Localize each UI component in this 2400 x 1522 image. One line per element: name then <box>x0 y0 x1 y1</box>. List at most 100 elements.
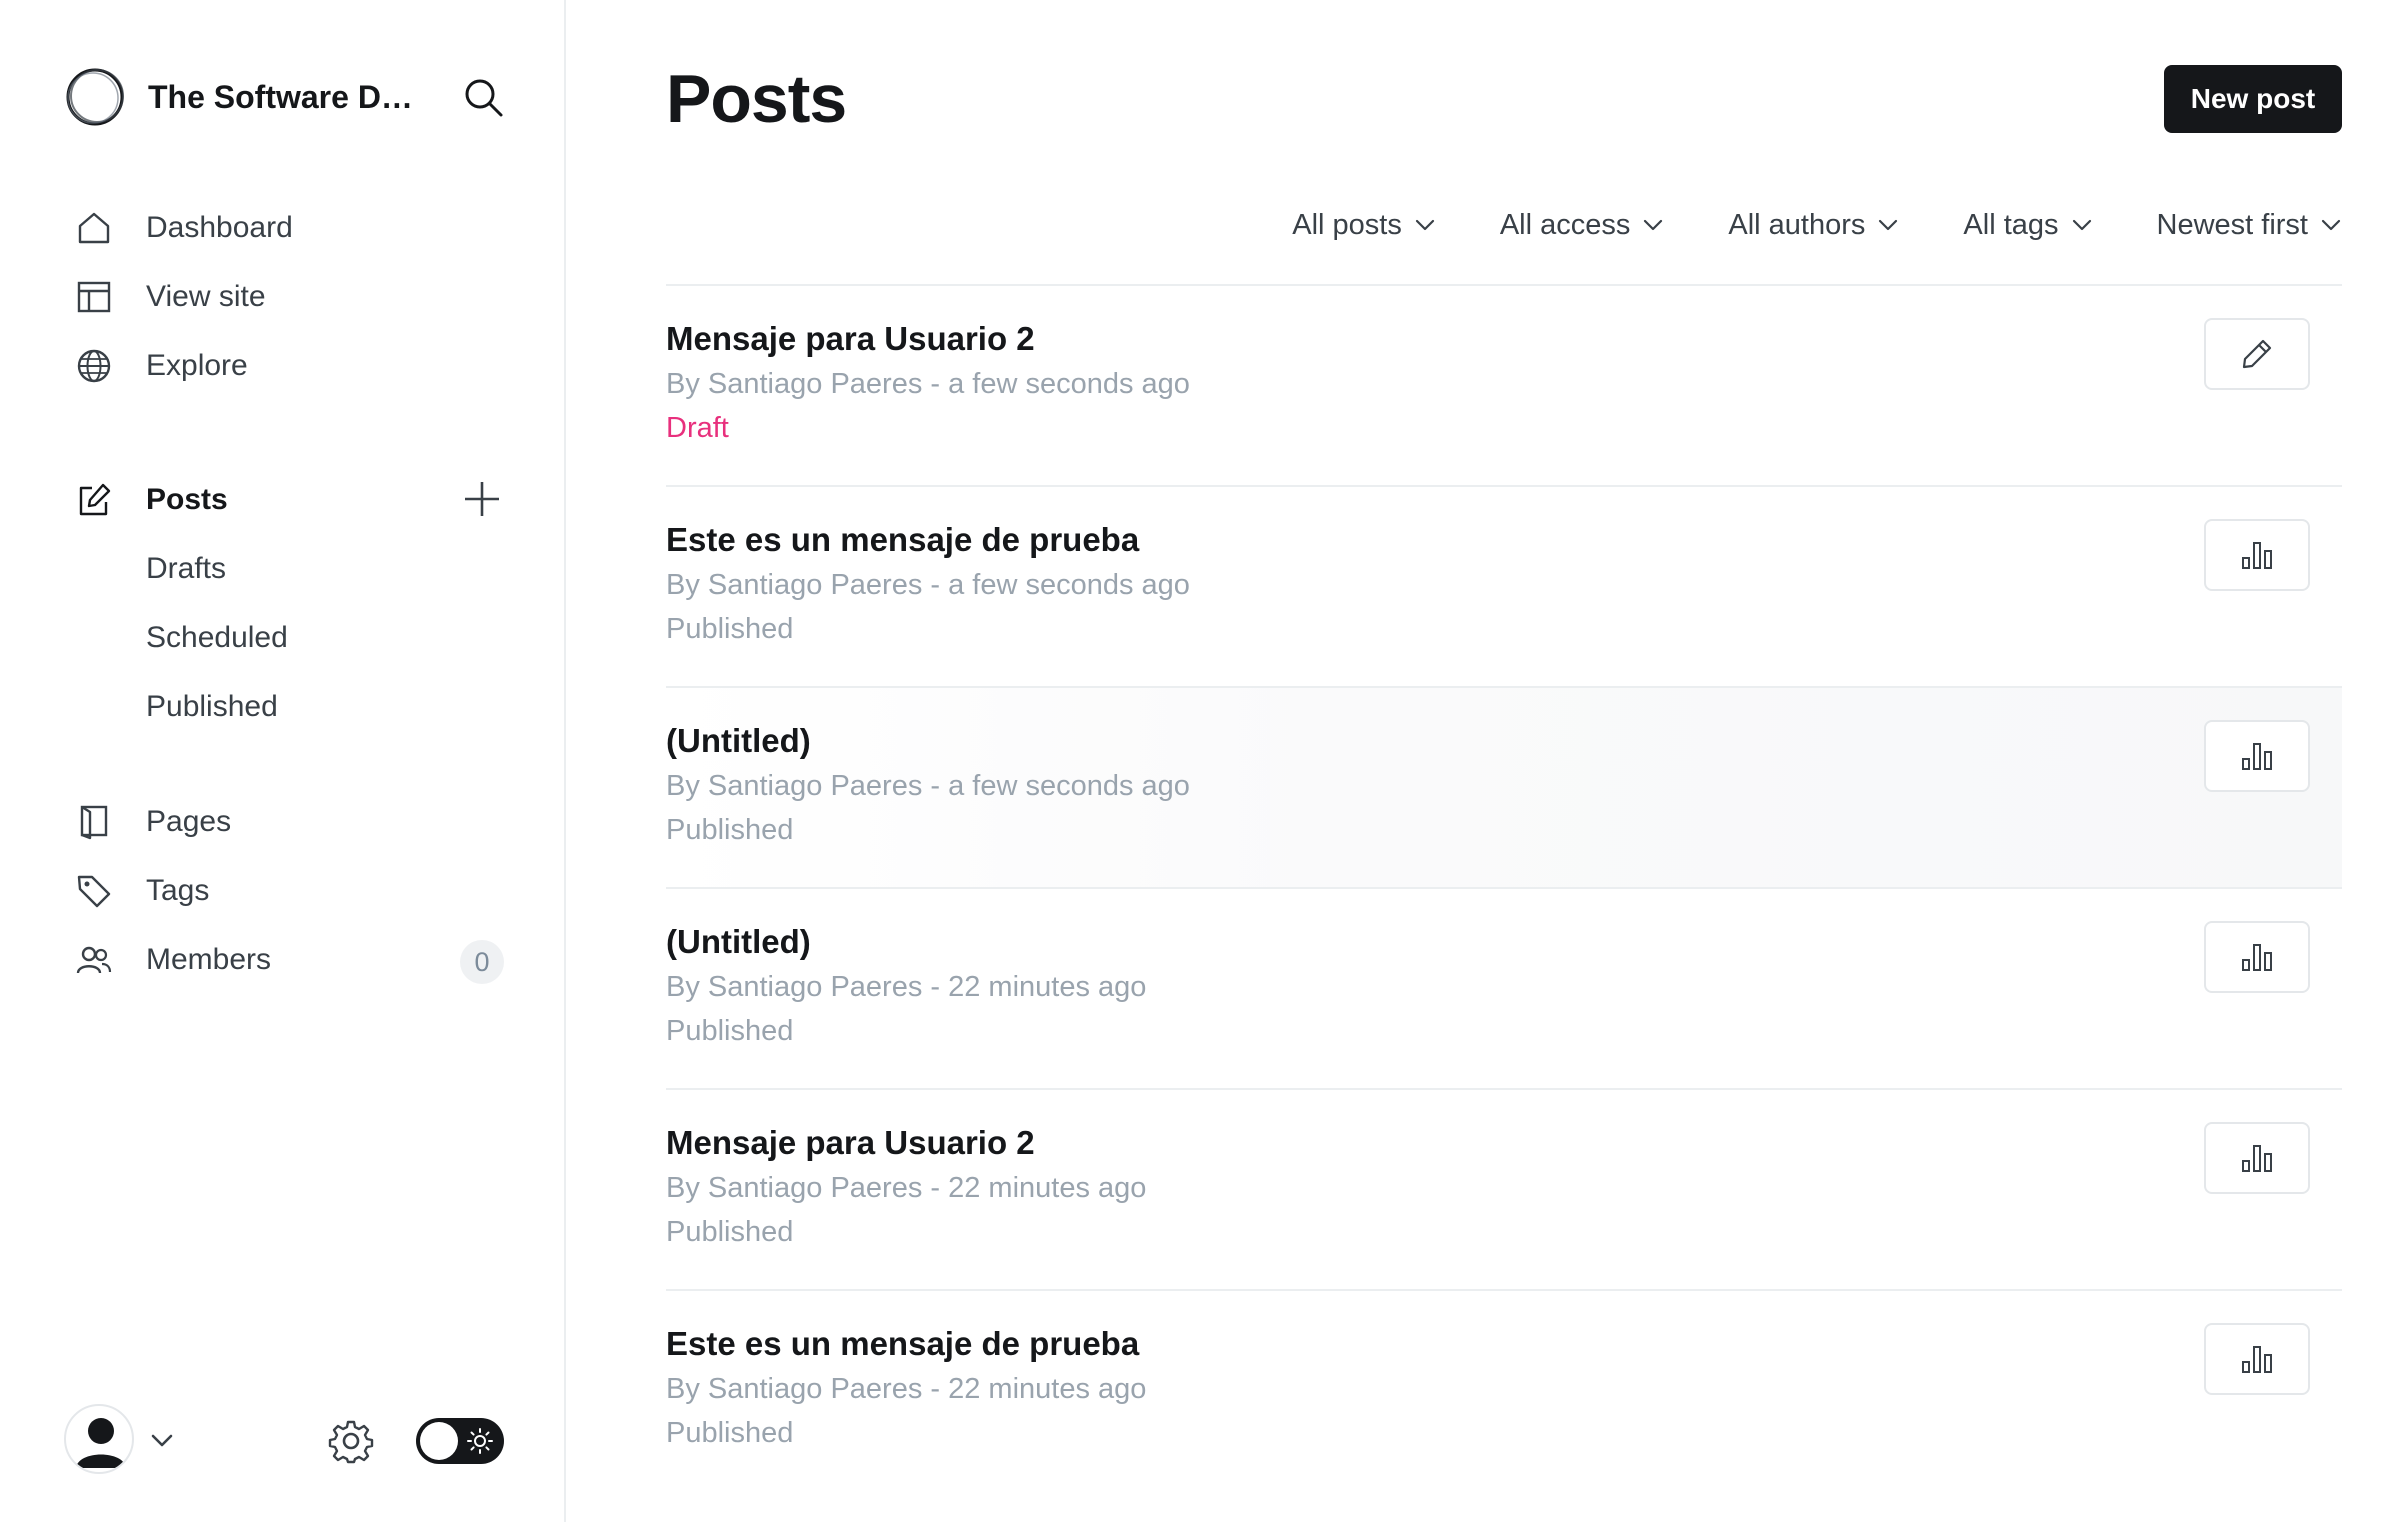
sidebar-item-published[interactable]: Published <box>64 672 504 741</box>
primary-nav: Dashboard View site Explore <box>64 193 504 400</box>
post-title[interactable]: (Untitled) <box>666 923 811 961</box>
chevron-down-icon[interactable] <box>148 1426 176 1454</box>
sidebar-item-view-site[interactable]: View site <box>64 262 504 331</box>
sidebar-item-label: Pages <box>146 804 232 838</box>
post-row[interactable]: (Untitled) By Santiago Paeres - 22 minut… <box>666 889 2342 1090</box>
sidebar-footer <box>64 1404 504 1480</box>
toggle-knob <box>420 1422 458 1460</box>
post-row[interactable]: Este es un mensaje de prueba By Santiago… <box>666 1291 2342 1492</box>
filter-tags-select[interactable]: All tags <box>1963 209 2092 242</box>
sidebar-item-scheduled[interactable]: Scheduled <box>64 603 504 672</box>
edit-post-button[interactable] <box>2204 318 2310 390</box>
analytics-icon <box>2242 944 2272 971</box>
add-post-icon[interactable] <box>460 477 504 521</box>
sidebar-item-drafts[interactable]: Drafts <box>64 534 504 603</box>
post-meta: By Santiago Paeres - a few seconds ago <box>666 569 1190 601</box>
members-count-badge: 0 <box>460 940 504 984</box>
post-analytics-button[interactable] <box>2204 1323 2310 1395</box>
content-nav: Posts Drafts Scheduled Published <box>64 465 504 741</box>
filter-label: All tags <box>1963 208 2059 241</box>
analytics-icon <box>2242 1145 2272 1172</box>
posts-list: Mensaje para Usuario 2 By Santiago Paere… <box>666 284 2342 1492</box>
chevron-down-icon <box>1879 219 1898 231</box>
globe-icon <box>74 346 114 386</box>
post-status: Published <box>666 613 794 645</box>
home-icon <box>74 208 114 248</box>
tag-icon <box>74 871 114 911</box>
post-analytics-button[interactable] <box>2204 921 2310 993</box>
post-title[interactable]: Mensaje para Usuario 2 <box>666 320 1035 358</box>
sidebar-item-label: Members <box>146 942 272 976</box>
sidebar-item-members[interactable]: Members 0 <box>64 925 504 994</box>
new-post-button[interactable]: New post <box>2164 65 2342 133</box>
post-status-draft: Draft <box>666 412 729 444</box>
post-meta: By Santiago Paeres - a few seconds ago <box>666 770 1190 802</box>
chevron-down-icon <box>2072 219 2091 231</box>
sidebar-item-label: Drafts <box>146 551 227 585</box>
post-meta: By Santiago Paeres - a few seconds ago <box>666 368 1190 400</box>
filter-bar: All posts All access All authors All tag… <box>1228 200 2342 250</box>
sidebar-item-dashboard[interactable]: Dashboard <box>64 193 504 262</box>
sidebar-item-label: Explore <box>146 348 248 382</box>
post-row[interactable]: Este es un mensaje de prueba By Santiago… <box>666 487 2342 688</box>
post-analytics-button[interactable] <box>2204 519 2310 591</box>
filter-access-select[interactable]: All access <box>1500 209 1665 242</box>
avatar[interactable] <box>64 1404 134 1474</box>
post-analytics-button[interactable] <box>2204 720 2310 792</box>
post-title[interactable]: Este es un mensaje de prueba <box>666 1325 1139 1363</box>
chevron-down-icon <box>1415 219 1434 231</box>
post-row[interactable]: (Untitled) By Santiago Paeres - a few se… <box>666 688 2342 889</box>
analytics-icon <box>2242 542 2272 569</box>
sidebar-item-pages[interactable]: Pages <box>64 787 504 856</box>
page-title: Posts <box>666 61 847 137</box>
search-icon[interactable] <box>462 76 504 118</box>
sun-icon <box>466 1427 494 1455</box>
filter-authors-select[interactable]: All authors <box>1728 209 1899 242</box>
sidebar-item-label: Scheduled <box>146 620 288 654</box>
post-row[interactable]: Mensaje para Usuario 2 By Santiago Paere… <box>666 1090 2342 1291</box>
post-status: Published <box>666 1216 794 1248</box>
filter-label: All authors <box>1728 208 1866 241</box>
sidebar-item-explore[interactable]: Explore <box>64 331 504 400</box>
layout-icon <box>74 277 114 317</box>
sort-order-select[interactable]: Newest first <box>2157 209 2342 242</box>
chevron-down-icon <box>2321 219 2341 231</box>
filter-label: All posts <box>1292 208 1402 241</box>
sidebar-item-label: Posts <box>146 482 228 516</box>
filter-label: Newest first <box>2156 208 2308 241</box>
pages-icon <box>74 802 114 842</box>
filter-type-select[interactable]: All posts <box>1292 209 1436 242</box>
sidebar-item-label: Published <box>146 689 278 723</box>
analytics-icon <box>2242 743 2272 770</box>
sidebar-item-label: Dashboard <box>146 210 293 244</box>
site-brand: The Software De... <box>64 64 504 130</box>
post-status: Published <box>666 814 794 846</box>
sidebar-item-label: Tags <box>146 873 210 907</box>
post-meta: By Santiago Paeres - 22 minutes ago <box>666 971 1147 1003</box>
post-meta: By Santiago Paeres - 22 minutes ago <box>666 1373 1147 1405</box>
post-analytics-button[interactable] <box>2204 1122 2310 1194</box>
sidebar: The Software De... Dashboard View site E… <box>0 0 566 1522</box>
analytics-icon <box>2242 1346 2272 1373</box>
gear-icon[interactable] <box>328 1418 374 1464</box>
filter-label: All access <box>1499 208 1631 241</box>
post-status: Published <box>666 1015 794 1047</box>
members-icon <box>74 940 114 980</box>
site-nav: Pages Tags Members 0 <box>64 787 504 994</box>
main-content: Posts New post All posts All access All … <box>666 0 2342 1522</box>
sidebar-item-label: View site <box>146 279 266 313</box>
post-status: Published <box>666 1417 794 1449</box>
sidebar-item-posts[interactable]: Posts <box>64 465 504 534</box>
site-title[interactable]: The Software De... <box>148 79 418 116</box>
edit-post-icon <box>74 480 114 520</box>
chevron-down-icon <box>1644 219 1663 231</box>
site-logo-icon[interactable] <box>64 66 126 128</box>
sidebar-item-tags[interactable]: Tags <box>64 856 504 925</box>
post-title[interactable]: Este es un mensaje de prueba <box>666 521 1139 559</box>
post-title[interactable]: Mensaje para Usuario 2 <box>666 1124 1035 1162</box>
post-meta: By Santiago Paeres - 22 minutes ago <box>666 1172 1147 1204</box>
edit-icon <box>2242 339 2272 369</box>
theme-toggle[interactable] <box>416 1418 504 1464</box>
post-row[interactable]: Mensaje para Usuario 2 By Santiago Paere… <box>666 286 2342 487</box>
post-title[interactable]: (Untitled) <box>666 722 811 760</box>
